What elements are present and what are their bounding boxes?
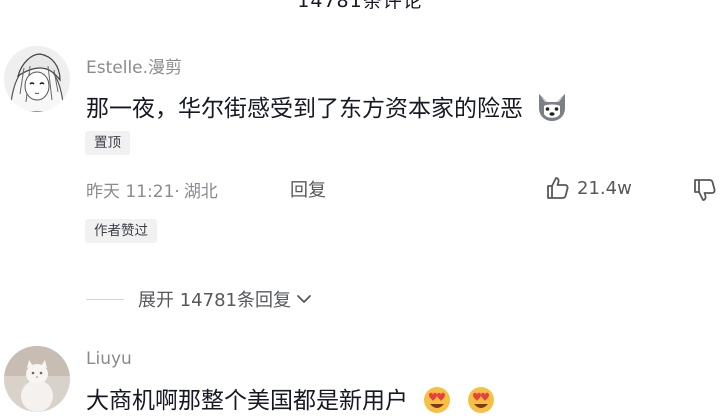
avatar[interactable] <box>4 346 70 412</box>
comment-text-content: 那一夜，华尔街感受到了东方资本家的险恶 <box>86 96 523 122</box>
like-count: 21.4w <box>577 177 632 199</box>
reply-button[interactable]: 回复 <box>290 176 326 202</box>
comment-meta: 昨天 11:21· 湖北 <box>86 177 218 202</box>
thumbs-up-icon <box>545 175 571 201</box>
meta-separator: · <box>174 182 180 202</box>
like-button[interactable]: 21.4w <box>545 175 632 201</box>
comment-timestamp: 昨天 11:21 <box>86 182 175 202</box>
expand-divider-line <box>86 298 124 300</box>
thumbs-down-icon <box>692 177 718 203</box>
comment-username[interactable]: Liuyu <box>86 349 132 369</box>
avatar[interactable] <box>4 46 70 112</box>
heart-eyes-face-icon <box>421 384 453 420</box>
chevron-down-icon <box>295 290 313 308</box>
author-liked-badge: 作者赞过 <box>85 219 157 243</box>
expand-replies-button[interactable]: 展开 14781条回复 <box>86 286 313 312</box>
comment-username[interactable]: Estelle.漫剪 <box>86 53 182 78</box>
comments-header-title: 14781条评论 <box>297 0 423 12</box>
husky-face-icon <box>536 92 568 128</box>
comment-text: 那一夜，华尔街感受到了东方资本家的险恶 <box>86 89 568 128</box>
comment-text-content: 大商机啊那整个美国都是新用户 <box>86 388 408 414</box>
expand-replies-label: 展开 14781条回复 <box>138 290 291 311</box>
pinned-badge: 置顶 <box>85 131 130 155</box>
dislike-button[interactable] <box>692 177 718 207</box>
comment-location: 湖北 <box>183 182 218 202</box>
heart-eyes-face-icon <box>465 384 497 420</box>
comment-text: 大商机啊那整个美国都是新用户 <box>86 381 497 420</box>
